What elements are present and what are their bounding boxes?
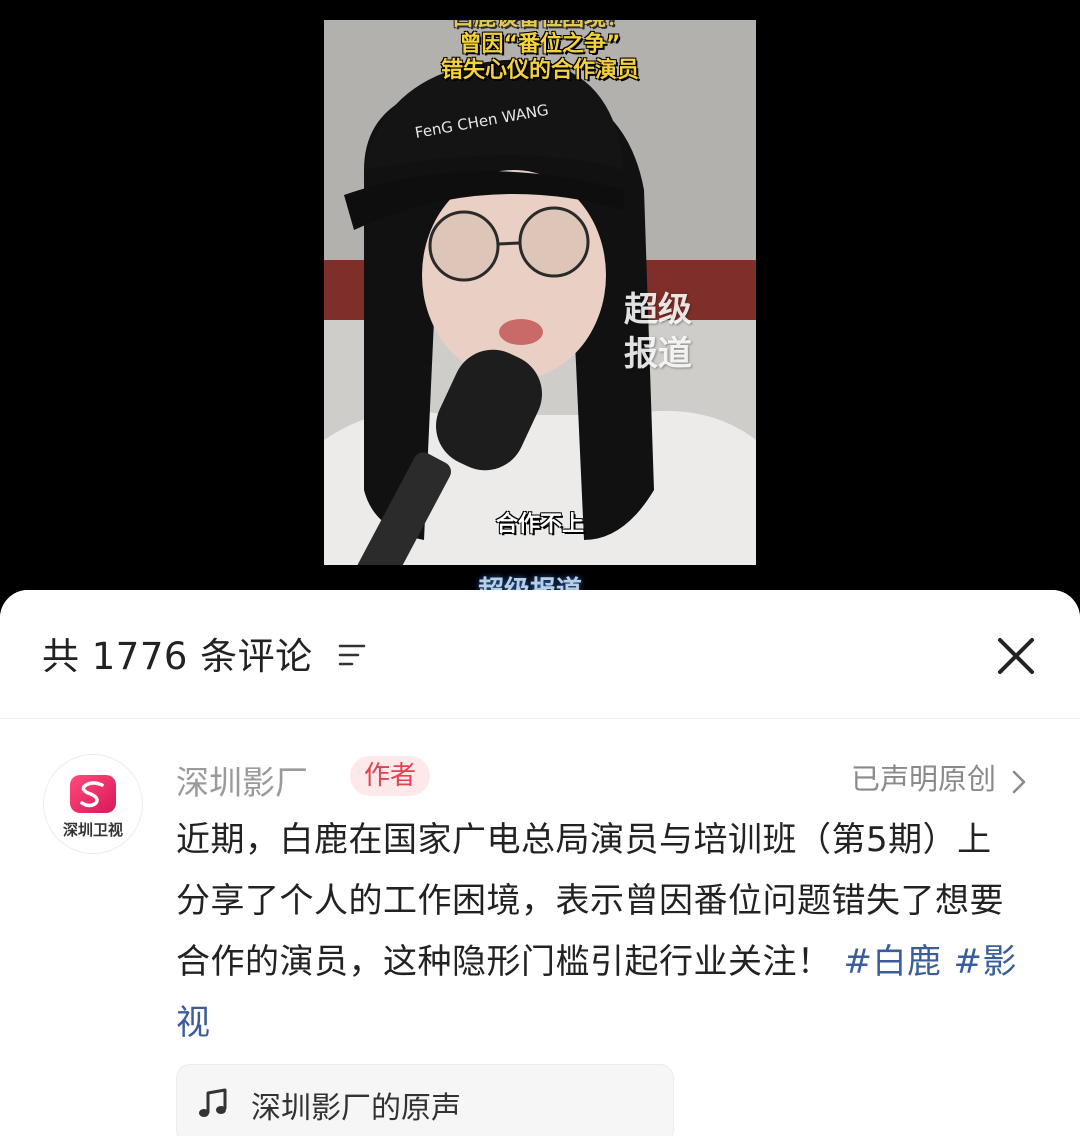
video-caption: 白鹿谈番位困境！ 曾因“番位之争” 错失心仪的合作演员 bbox=[324, 20, 756, 84]
video-frame[interactable]: FenG CHen WANG 白鹿谈番位困境！ 曾因“番位之争” 错失心仪的合作… bbox=[324, 20, 756, 565]
avatar-label: 深圳卫视 bbox=[62, 821, 123, 839]
avatar[interactable]: 深圳卫视 bbox=[44, 755, 142, 853]
post-text: 近期，白鹿在国家广电总局演员与培训班（第5期）上分享了个人的工作困境，表示曾因番… bbox=[176, 810, 1026, 1054]
comments-sheet: 共 1776 条评论 深圳卫视 深圳影厂 作者 已声明原创 近期，白鹿在国家广电… bbox=[0, 590, 1080, 1136]
music-note-icon bbox=[199, 1088, 227, 1117]
close-icon[interactable] bbox=[994, 634, 1038, 678]
author-badge: 作者 bbox=[350, 756, 431, 796]
music-label: 深圳影厂的原声 bbox=[251, 1091, 461, 1126]
watermark-line-1: 超级 bbox=[624, 290, 692, 330]
caption-line-1: 曾因“番位之争” bbox=[459, 32, 621, 57]
video-area[interactable]: FenG CHen WANG 白鹿谈番位困境！ 曾因“番位之争” 错失心仪的合作… bbox=[0, 0, 1080, 640]
author-name[interactable]: 深圳影厂 bbox=[176, 756, 308, 804]
chevron-right-icon[interactable] bbox=[1010, 768, 1028, 796]
channel-logo-icon bbox=[70, 775, 116, 813]
hashtag-link[interactable]: #白鹿 bbox=[844, 942, 942, 982]
video-subtitle: 合作不上 bbox=[495, 512, 584, 537]
video-watermark: 超级 报道 bbox=[624, 288, 692, 376]
watermark-line-2: 报道 bbox=[624, 334, 692, 374]
author-post[interactable]: 深圳卫视 深圳影厂 作者 已声明原创 近期，白鹿在国家广电总局演员与培训班（第5… bbox=[0, 720, 1080, 1136]
header-divider bbox=[0, 718, 1080, 719]
caption-line-2: 错失心仪的合作演员 bbox=[440, 58, 639, 83]
music-label-fade bbox=[507, 1065, 673, 1136]
comment-count-title: 共 1776 条评论 bbox=[42, 635, 313, 678]
music-chip[interactable]: 深圳影厂的原声 bbox=[176, 1064, 674, 1136]
original-declared-label[interactable]: 已声明原创 bbox=[851, 756, 996, 798]
sort-lines-icon[interactable] bbox=[338, 642, 366, 668]
caption-line-0: 白鹿谈番位困境！ bbox=[324, 20, 756, 32]
comments-header: 共 1776 条评论 bbox=[0, 590, 1080, 718]
